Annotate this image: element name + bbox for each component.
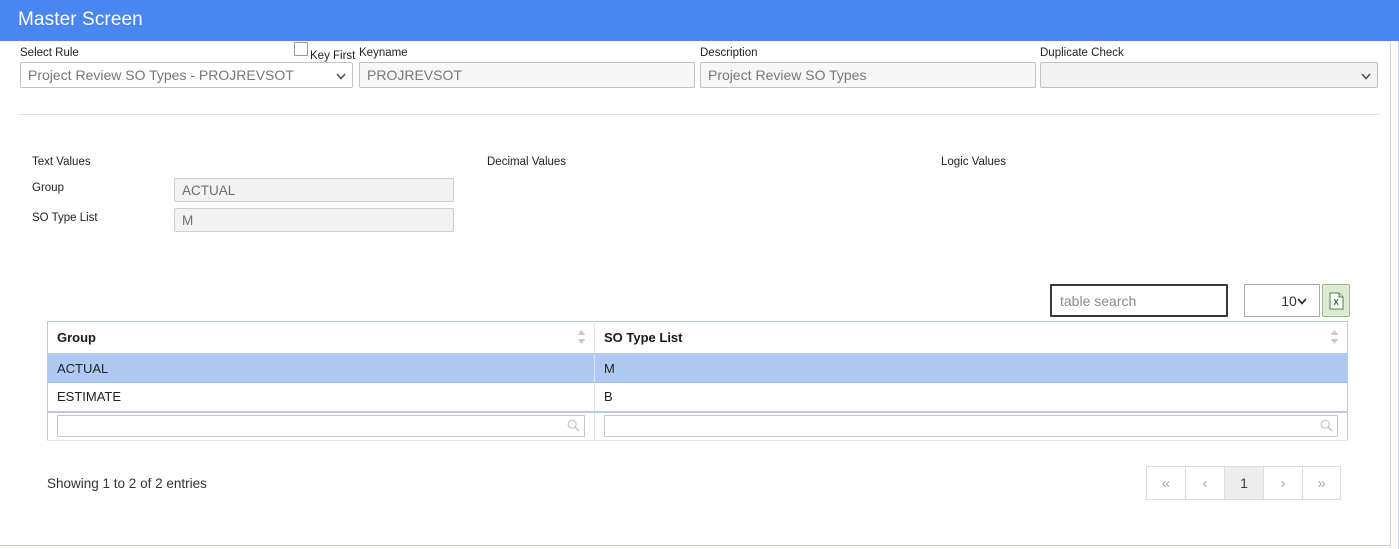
window-title-bar: Master Screen (0, 0, 1399, 41)
column-header-so-type-list[interactable]: SO Type List (594, 321, 1348, 355)
excel-export-button[interactable]: X (1322, 284, 1350, 317)
text-values-heading: Text Values (32, 156, 91, 168)
pagination-last-button[interactable]: » (1302, 466, 1341, 500)
table-row[interactable]: ESTIMATE B (47, 382, 1348, 412)
duplicate-check-dropdown[interactable] (1040, 62, 1378, 88)
cell-so-type-list: B (594, 382, 1348, 412)
search-icon (1320, 419, 1333, 432)
showing-entries-info: Showing 1 to 2 of 2 entries (47, 476, 207, 491)
excel-export-icon: X (1329, 292, 1343, 309)
group-column-filter-input[interactable] (57, 415, 585, 438)
so-type-list-column-filter-input[interactable] (604, 415, 1338, 438)
cell-group: ESTIMATE (47, 382, 595, 412)
group-field-label: Group (32, 182, 64, 194)
key-first-label: Key First (310, 50, 356, 62)
select-rule-dropdown[interactable]: Project Review SO Types - PROJREVSOT (20, 62, 353, 88)
pagination-previous-button[interactable]: ‹ (1185, 466, 1224, 500)
panel-right-border (1390, 42, 1391, 545)
filter-cell-group (47, 410, 595, 441)
column-header-group[interactable]: Group (47, 321, 595, 355)
decimal-values-heading: Decimal Values (487, 156, 567, 168)
pagination-first-button[interactable]: « (1146, 466, 1185, 500)
so-type-list-field-input[interactable] (174, 208, 454, 232)
keyname-input[interactable] (359, 62, 695, 88)
table-filter-row (47, 410, 1348, 441)
pagination-page-1-button[interactable]: 1 (1224, 466, 1263, 500)
sort-arrows-icon (1330, 330, 1339, 345)
pagination-next-button[interactable]: › (1263, 466, 1302, 500)
group-field-input[interactable] (174, 178, 454, 202)
logic-values-heading: Logic Values (941, 156, 1006, 168)
column-header-group-label: Group (57, 329, 96, 345)
search-icon (567, 419, 580, 432)
table-header-row: Group SO Type List (47, 321, 1348, 355)
page-length-select[interactable]: 10 (1244, 284, 1320, 317)
description-label: Description (700, 47, 758, 59)
table-body: ACTUAL M ESTIMATE B (47, 353, 1348, 441)
so-type-list-field-label: SO Type List (32, 212, 98, 224)
table-search-input[interactable] (1050, 284, 1228, 317)
sort-arrows-icon (577, 330, 586, 345)
column-header-so-type-list-label: SO Type List (604, 329, 683, 345)
table-row[interactable]: ACTUAL M (47, 353, 1348, 383)
cell-so-type-list: M (594, 353, 1348, 383)
description-input[interactable] (700, 62, 1036, 88)
duplicate-check-label: Duplicate Check (1040, 47, 1124, 59)
panel-bottom-border (0, 545, 1391, 546)
page-title: Master Screen (18, 9, 143, 30)
pagination: « ‹ 1 › » (1146, 466, 1341, 500)
filter-cell-so-type-list (594, 410, 1348, 441)
svg-text:X: X (1333, 298, 1339, 307)
keyname-label: Keyname (359, 47, 408, 59)
table-head: Group SO Type List (47, 321, 1348, 355)
data-table: Group SO Type List ACTUAL M ESTIMATE B (47, 321, 1348, 441)
form-divider (18, 114, 1380, 115)
page-frame: Master Screen Select Rule Project Review… (0, 0, 1399, 549)
cell-group: ACTUAL (47, 353, 595, 383)
key-first-checkbox[interactable] (294, 42, 308, 56)
select-rule-label: Select Rule (20, 47, 79, 59)
